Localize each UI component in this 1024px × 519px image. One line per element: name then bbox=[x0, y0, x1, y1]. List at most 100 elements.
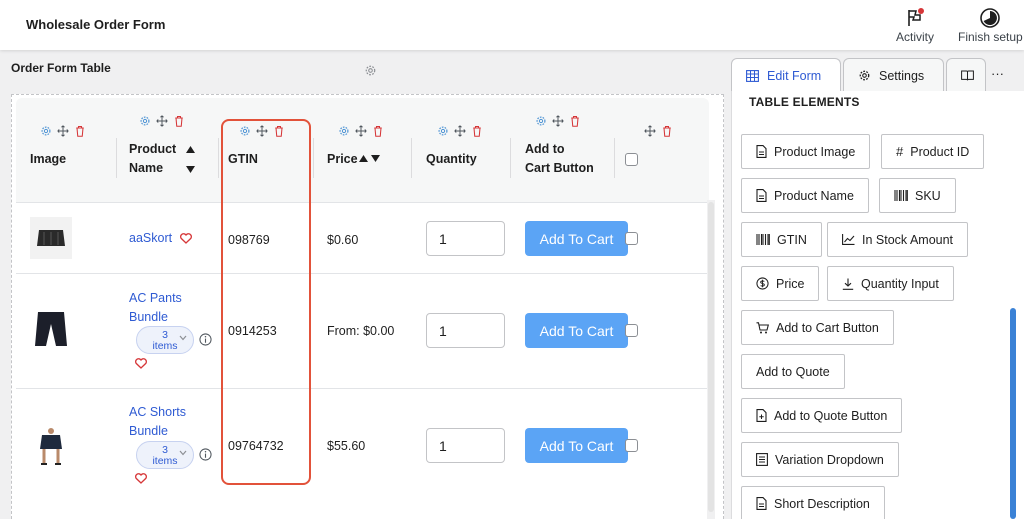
product-name-text: aaSkort bbox=[129, 231, 173, 245]
add-to-cart-button[interactable]: Add To Cart bbox=[525, 428, 628, 463]
document-icon bbox=[756, 189, 767, 202]
table-settings-gear-icon[interactable] bbox=[364, 64, 377, 77]
tab-book[interactable] bbox=[946, 58, 986, 92]
column-header-product-name[interactable]: Product Name bbox=[129, 140, 176, 178]
quantity-input[interactable]: 1 bbox=[426, 221, 505, 256]
column-header-product-name-line1: Product bbox=[129, 142, 177, 156]
flag-icon bbox=[908, 8, 924, 26]
finish-setup-button[interactable]: Finish setup bbox=[958, 6, 1023, 44]
element-label: Add to Cart Button bbox=[776, 320, 879, 335]
table-row: AC Shorts Bundle 3 items 09764732 $55.60… bbox=[16, 388, 709, 508]
elements-panel-scrollbar-thumb[interactable] bbox=[1010, 308, 1016, 519]
element-product-name[interactable]: Product Name bbox=[741, 178, 869, 213]
gear-icon[interactable] bbox=[239, 125, 251, 137]
quantity-input[interactable]: 1 bbox=[426, 428, 505, 463]
gear-icon[interactable] bbox=[139, 115, 151, 127]
gear-icon[interactable] bbox=[437, 125, 449, 137]
info-icon[interactable] bbox=[199, 333, 212, 346]
move-icon[interactable] bbox=[454, 125, 466, 137]
quantity-input[interactable]: 1 bbox=[426, 313, 505, 348]
product-name-link[interactable]: AC Shorts Bundle bbox=[129, 403, 186, 441]
gear-icon[interactable] bbox=[338, 125, 350, 137]
element-price[interactable]: Price bbox=[741, 266, 820, 301]
sort-up-icon[interactable] bbox=[359, 155, 368, 162]
gear-icon[interactable] bbox=[535, 115, 547, 127]
add-to-cart-button[interactable]: Add To Cart bbox=[525, 221, 628, 256]
activity-button[interactable]: Activity bbox=[896, 6, 934, 44]
trash-icon[interactable] bbox=[569, 115, 581, 127]
editor-tabs: Edit Form Settings ··· bbox=[731, 58, 1024, 92]
gear-icon[interactable] bbox=[40, 125, 52, 137]
element-product-image[interactable]: Product Image bbox=[741, 134, 871, 169]
finish-setup-label: Finish setup bbox=[958, 30, 1023, 44]
column-divider bbox=[313, 138, 314, 178]
heart-icon[interactable] bbox=[135, 473, 147, 484]
element-label: Quantity Input bbox=[861, 276, 939, 291]
element-label: Price bbox=[776, 276, 805, 291]
tab-edit-form[interactable]: Edit Form bbox=[731, 58, 841, 92]
trash-icon[interactable] bbox=[74, 125, 86, 137]
table-scrollbar[interactable] bbox=[707, 200, 715, 519]
column-divider bbox=[411, 138, 412, 178]
element-gtin[interactable]: GTIN bbox=[741, 222, 822, 257]
move-icon[interactable] bbox=[57, 125, 69, 137]
row-checkbox[interactable] bbox=[625, 232, 638, 245]
activity-label: Activity bbox=[896, 30, 935, 44]
element-add-to-cart-button[interactable]: Add to Cart Button bbox=[741, 310, 894, 345]
heart-icon[interactable] bbox=[179, 233, 192, 244]
element-short-description[interactable]: Short Description bbox=[741, 486, 885, 519]
move-icon[interactable] bbox=[355, 125, 367, 137]
trash-icon[interactable] bbox=[173, 115, 185, 127]
trash-icon[interactable] bbox=[372, 125, 384, 137]
column-header-gtin: GTIN bbox=[228, 152, 258, 166]
element-in-stock-amount[interactable]: In Stock Amount bbox=[827, 222, 969, 257]
info-icon[interactable] bbox=[199, 448, 212, 461]
column-divider bbox=[116, 138, 117, 178]
trash-icon[interactable] bbox=[273, 125, 285, 137]
column-tools-add-to-cart bbox=[535, 115, 581, 127]
row-checkbox[interactable] bbox=[625, 324, 638, 337]
element-add-to-quote-button[interactable]: Add to Quote Button bbox=[741, 398, 903, 433]
column-header-add-to-cart-line1: Add to bbox=[525, 142, 565, 156]
price-value: From: $0.00 bbox=[327, 324, 395, 338]
element-add-to-quote[interactable]: Add to Quote bbox=[741, 354, 845, 389]
element-product-id[interactable]: # Product ID bbox=[881, 134, 985, 169]
more-options-button[interactable]: ··· bbox=[991, 66, 1004, 81]
trash-icon[interactable] bbox=[471, 125, 483, 137]
element-quantity-input[interactable]: Quantity Input bbox=[827, 266, 954, 301]
product-name-link[interactable]: aaSkort bbox=[129, 229, 192, 248]
element-label: SKU bbox=[915, 188, 941, 203]
bundle-items-badge[interactable]: 3 items bbox=[136, 441, 194, 469]
gear-icon bbox=[859, 70, 870, 81]
move-icon[interactable] bbox=[256, 125, 268, 137]
product-name-link[interactable]: AC Pants Bundle bbox=[129, 289, 182, 327]
price-value: $0.60 bbox=[327, 233, 359, 247]
sort-down-icon[interactable] bbox=[371, 155, 380, 162]
select-all-checkbox[interactable] bbox=[625, 153, 638, 166]
move-icon[interactable] bbox=[552, 115, 564, 127]
element-label: In Stock Amount bbox=[862, 232, 954, 247]
element-sku[interactable]: SKU bbox=[879, 178, 956, 213]
table-row: aaSkort 098769 $0.60 1 Add To Cart bbox=[16, 202, 709, 273]
gtin-value: 09764732 bbox=[228, 439, 284, 453]
column-tools-checkbox bbox=[644, 125, 673, 137]
column-header-price[interactable]: Price bbox=[327, 150, 358, 169]
move-icon[interactable] bbox=[644, 125, 656, 137]
row-checkbox[interactable] bbox=[625, 439, 638, 452]
trash-icon[interactable] bbox=[661, 125, 673, 137]
table-row: AC Pants Bundle 3 items 0914253 From: $0… bbox=[16, 273, 709, 388]
sort-up-icon[interactable] bbox=[186, 146, 195, 153]
add-to-cart-button[interactable]: Add To Cart bbox=[525, 313, 628, 348]
top-bar: Wholesale Order Form Activity Finish set… bbox=[0, 0, 1024, 50]
sort-down-icon[interactable] bbox=[186, 166, 195, 173]
column-divider bbox=[218, 138, 219, 178]
column-header-image: Image bbox=[30, 152, 67, 166]
element-label: Product Image bbox=[774, 144, 856, 159]
tab-settings-label: Settings bbox=[879, 68, 925, 83]
tab-settings[interactable]: Settings bbox=[843, 58, 944, 92]
heart-icon[interactable] bbox=[135, 358, 147, 369]
bundle-items-badge[interactable]: 3 items bbox=[136, 326, 194, 354]
table-scrollbar-thumb[interactable] bbox=[708, 202, 714, 512]
element-variation-dropdown[interactable]: Variation Dropdown bbox=[741, 442, 899, 477]
move-icon[interactable] bbox=[156, 115, 168, 127]
